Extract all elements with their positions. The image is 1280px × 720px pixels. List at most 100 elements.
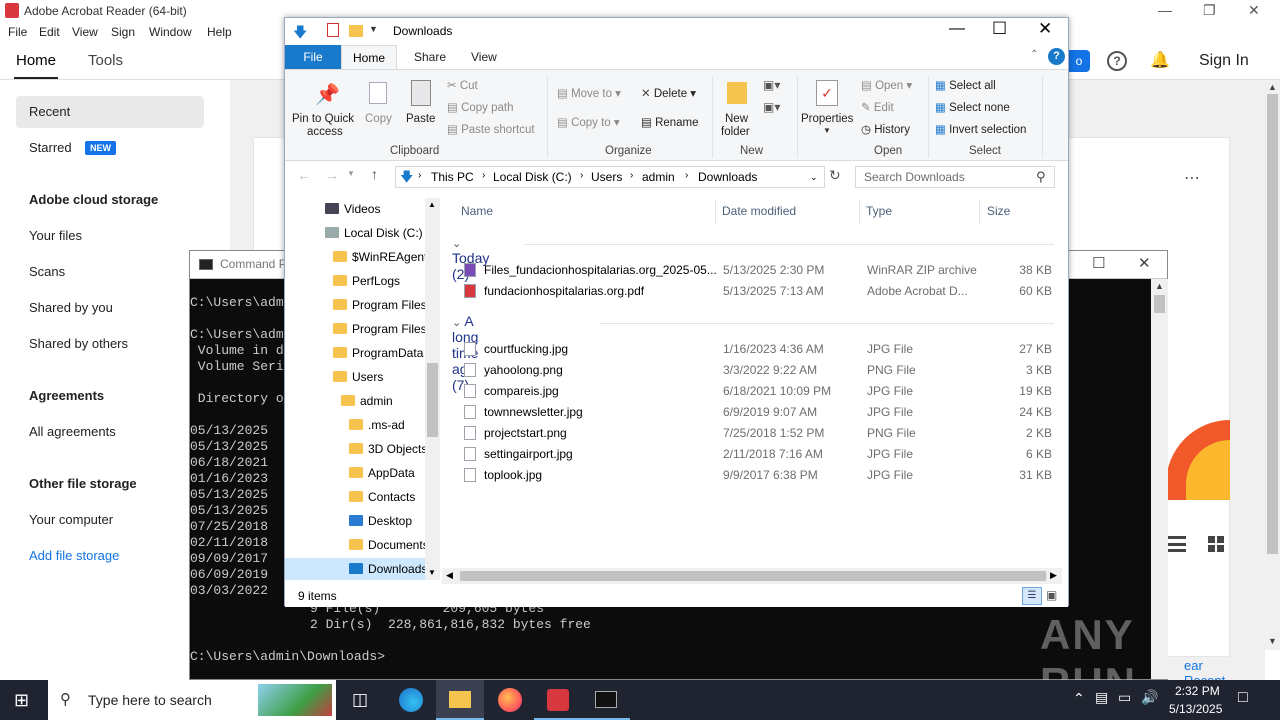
grid-view-icon[interactable] [1208, 536, 1224, 552]
more-options-icon[interactable]: ⋯ [1184, 168, 1200, 188]
scroll-thumb[interactable] [1267, 94, 1278, 554]
breadcrumb-admin[interactable]: admin [642, 170, 675, 184]
search-box[interactable]: Search Downloads ⚲ [855, 166, 1055, 188]
file-row[interactable]: yahoolong.png 3/3/2022 9:22 AM PNG File 3 K… [462, 360, 1052, 381]
clock-time[interactable]: 2:32 PM [1175, 684, 1220, 698]
nav-item[interactable]: Documents [349, 534, 429, 556]
column-divider[interactable] [979, 200, 980, 224]
ribbon-tab-share[interactable]: Share [414, 50, 446, 64]
menu-help[interactable]: Help [207, 25, 232, 39]
cmd-prompt[interactable]: C:\Users\admin\Downloads> [190, 649, 385, 665]
scroll-down-icon[interactable]: ▼ [1268, 636, 1277, 646]
details-view-icon[interactable]: ☰ [1022, 587, 1042, 605]
nav-item[interactable]: Downloads [285, 558, 427, 580]
acrobat-taskbar-icon[interactable] [534, 680, 582, 720]
nav-item[interactable]: 3D Objects [349, 438, 427, 460]
nav-item[interactable]: admin [341, 390, 393, 412]
nav-item[interactable]: .ms-ad [349, 414, 405, 436]
file-row[interactable]: compareis.jpg 6/18/2021 10:09 PM JPG File 1… [462, 381, 1052, 402]
address-dropdown-icon[interactable]: ⌄ [810, 172, 818, 183]
refresh-icon[interactable]: ↻ [829, 167, 841, 184]
acrobat-restore-icon[interactable]: ❐ [1203, 2, 1216, 19]
menu-sign[interactable]: Sign [111, 25, 135, 39]
address-bar[interactable]: 🡇 › This PC › Local Disk (C:) › Users › … [395, 166, 825, 188]
nav-item[interactable]: ProgramData [333, 342, 423, 364]
sidebar-item-shared-by-others[interactable]: Shared by others [29, 336, 128, 351]
search-input[interactable]: Search Downloads [864, 170, 965, 184]
menu-file[interactable]: File [8, 25, 27, 39]
display-tray-icon[interactable]: ▭ [1118, 689, 1131, 706]
edit-button[interactable]: ✎ Edit [861, 100, 894, 114]
quick-access-down-icon[interactable]: 🡇 [293, 22, 307, 46]
nav-item[interactable]: Program Files [333, 294, 427, 316]
nav-item[interactable]: Program Files [333, 318, 427, 340]
clock-date[interactable]: 5/13/2025 [1169, 702, 1222, 716]
nav-item[interactable]: AppData [349, 462, 415, 484]
acrobat-promo-button[interactable]: o [1068, 50, 1090, 72]
column-type[interactable]: Type [866, 204, 892, 218]
new-item-icon[interactable]: ▣▾ [763, 78, 780, 92]
nav-item[interactable]: Contacts [349, 486, 415, 508]
column-size[interactable]: Size [987, 204, 1010, 218]
sidebar-item-recent[interactable]: Recent [29, 104, 70, 119]
nav-scroll-down-icon[interactable]: ▼ [428, 568, 436, 577]
menu-edit[interactable]: Edit [39, 25, 60, 39]
search-icon[interactable]: ⚲ [1036, 169, 1046, 185]
file-row[interactable]: townnewsletter.jpg 6/9/2019 9:07 AM JPG Fi… [462, 402, 1052, 423]
hscroll-right-icon[interactable]: ▶ [1050, 570, 1057, 581]
notifications-icon[interactable]: □ [1238, 689, 1248, 707]
hscroll-thumb[interactable] [460, 571, 1046, 581]
show-hidden-icons-icon[interactable]: ⌃ [1073, 690, 1085, 707]
notification-bell-icon[interactable]: 🔔 [1150, 50, 1170, 70]
nav-item[interactable]: Desktop [349, 510, 412, 532]
easy-access-icon[interactable]: ▣▾ [763, 100, 780, 114]
nav-scroll-up-icon[interactable]: ▲ [428, 200, 436, 209]
menu-view[interactable]: View [72, 25, 98, 39]
ribbon-collapse-icon[interactable]: ⌃ [1030, 49, 1038, 60]
acrobat-minimize-icon[interactable]: — [1158, 2, 1172, 18]
scroll-up-icon[interactable]: ▲ [1268, 82, 1277, 92]
cmd-close-icon[interactable]: ✕ [1138, 254, 1151, 272]
acrobat-scrollbar[interactable]: ▲ ▼ [1265, 80, 1280, 650]
cut-button[interactable]: ✂ Cut [447, 78, 478, 92]
nav-scrollbar[interactable]: ▲ ▼ [425, 198, 440, 580]
sidebar-item-add-storage[interactable]: Add file storage [29, 548, 119, 563]
column-name[interactable]: Name [461, 204, 493, 218]
ribbon-tab-home[interactable]: Home [341, 45, 397, 70]
quick-access-folder-icon[interactable] [349, 25, 363, 37]
menu-window[interactable]: Window [149, 25, 192, 39]
pin-quick-access-button-l1[interactable]: Pin to Quick [292, 113, 354, 125]
network-tray-icon[interactable]: ▤ [1095, 689, 1108, 706]
new-folder-button-l2[interactable]: folder [721, 126, 750, 138]
explorer-window[interactable]: 🡇 ▼ Downloads — ☐ ✕ File Home Share View… [284, 17, 1069, 607]
list-view-icon[interactable] [1166, 536, 1186, 552]
tab-tools[interactable]: Tools [88, 52, 123, 69]
properties-button[interactable]: Properties [801, 113, 853, 125]
column-divider[interactable] [715, 200, 716, 224]
column-divider[interactable] [859, 200, 860, 224]
nav-item[interactable]: Local Disk (C:) [325, 222, 423, 244]
task-view-icon[interactable]: ◫ [336, 680, 384, 720]
explorer-help-icon[interactable]: ? [1048, 48, 1065, 65]
large-icons-view-icon[interactable]: ▣ [1046, 588, 1057, 602]
open-button[interactable]: ▤ Open ▾ [861, 78, 912, 92]
select-all-button[interactable]: ▦ Select all [935, 78, 996, 92]
recent-locations-icon[interactable]: ▼ [347, 169, 355, 178]
explorer-close-icon[interactable]: ✕ [1038, 19, 1052, 39]
file-row[interactable]: courtfucking.jpg 1/16/2023 4:36 AM JPG Fil… [462, 339, 1052, 360]
taskbar-search-box[interactable]: ⚲ Type here to search [48, 680, 336, 720]
nav-item[interactable]: Users [333, 366, 383, 388]
cmd-taskbar-icon[interactable] [582, 680, 630, 720]
properties-dropdown-icon[interactable]: ▼ [823, 126, 831, 135]
explorer-minimize-icon[interactable]: — [949, 20, 965, 38]
select-none-button[interactable]: ▦ Select none [935, 100, 1010, 114]
cmd-scroll-up-icon[interactable]: ▲ [1155, 281, 1164, 291]
tab-home[interactable]: Home [16, 52, 56, 69]
acrobat-close-icon[interactable]: ✕ [1248, 2, 1260, 19]
sidebar-item-your-computer[interactable]: Your computer [29, 512, 113, 527]
cmd-scroll-thumb[interactable] [1154, 295, 1165, 313]
explorer-maximize-icon[interactable]: ☐ [992, 19, 1007, 39]
file-row[interactable]: projectstart.png 7/25/2018 1:52 PM PNG Fil… [462, 423, 1052, 444]
hscroll-left-icon[interactable]: ◀ [446, 570, 453, 581]
paste-button[interactable]: Paste [406, 113, 435, 125]
